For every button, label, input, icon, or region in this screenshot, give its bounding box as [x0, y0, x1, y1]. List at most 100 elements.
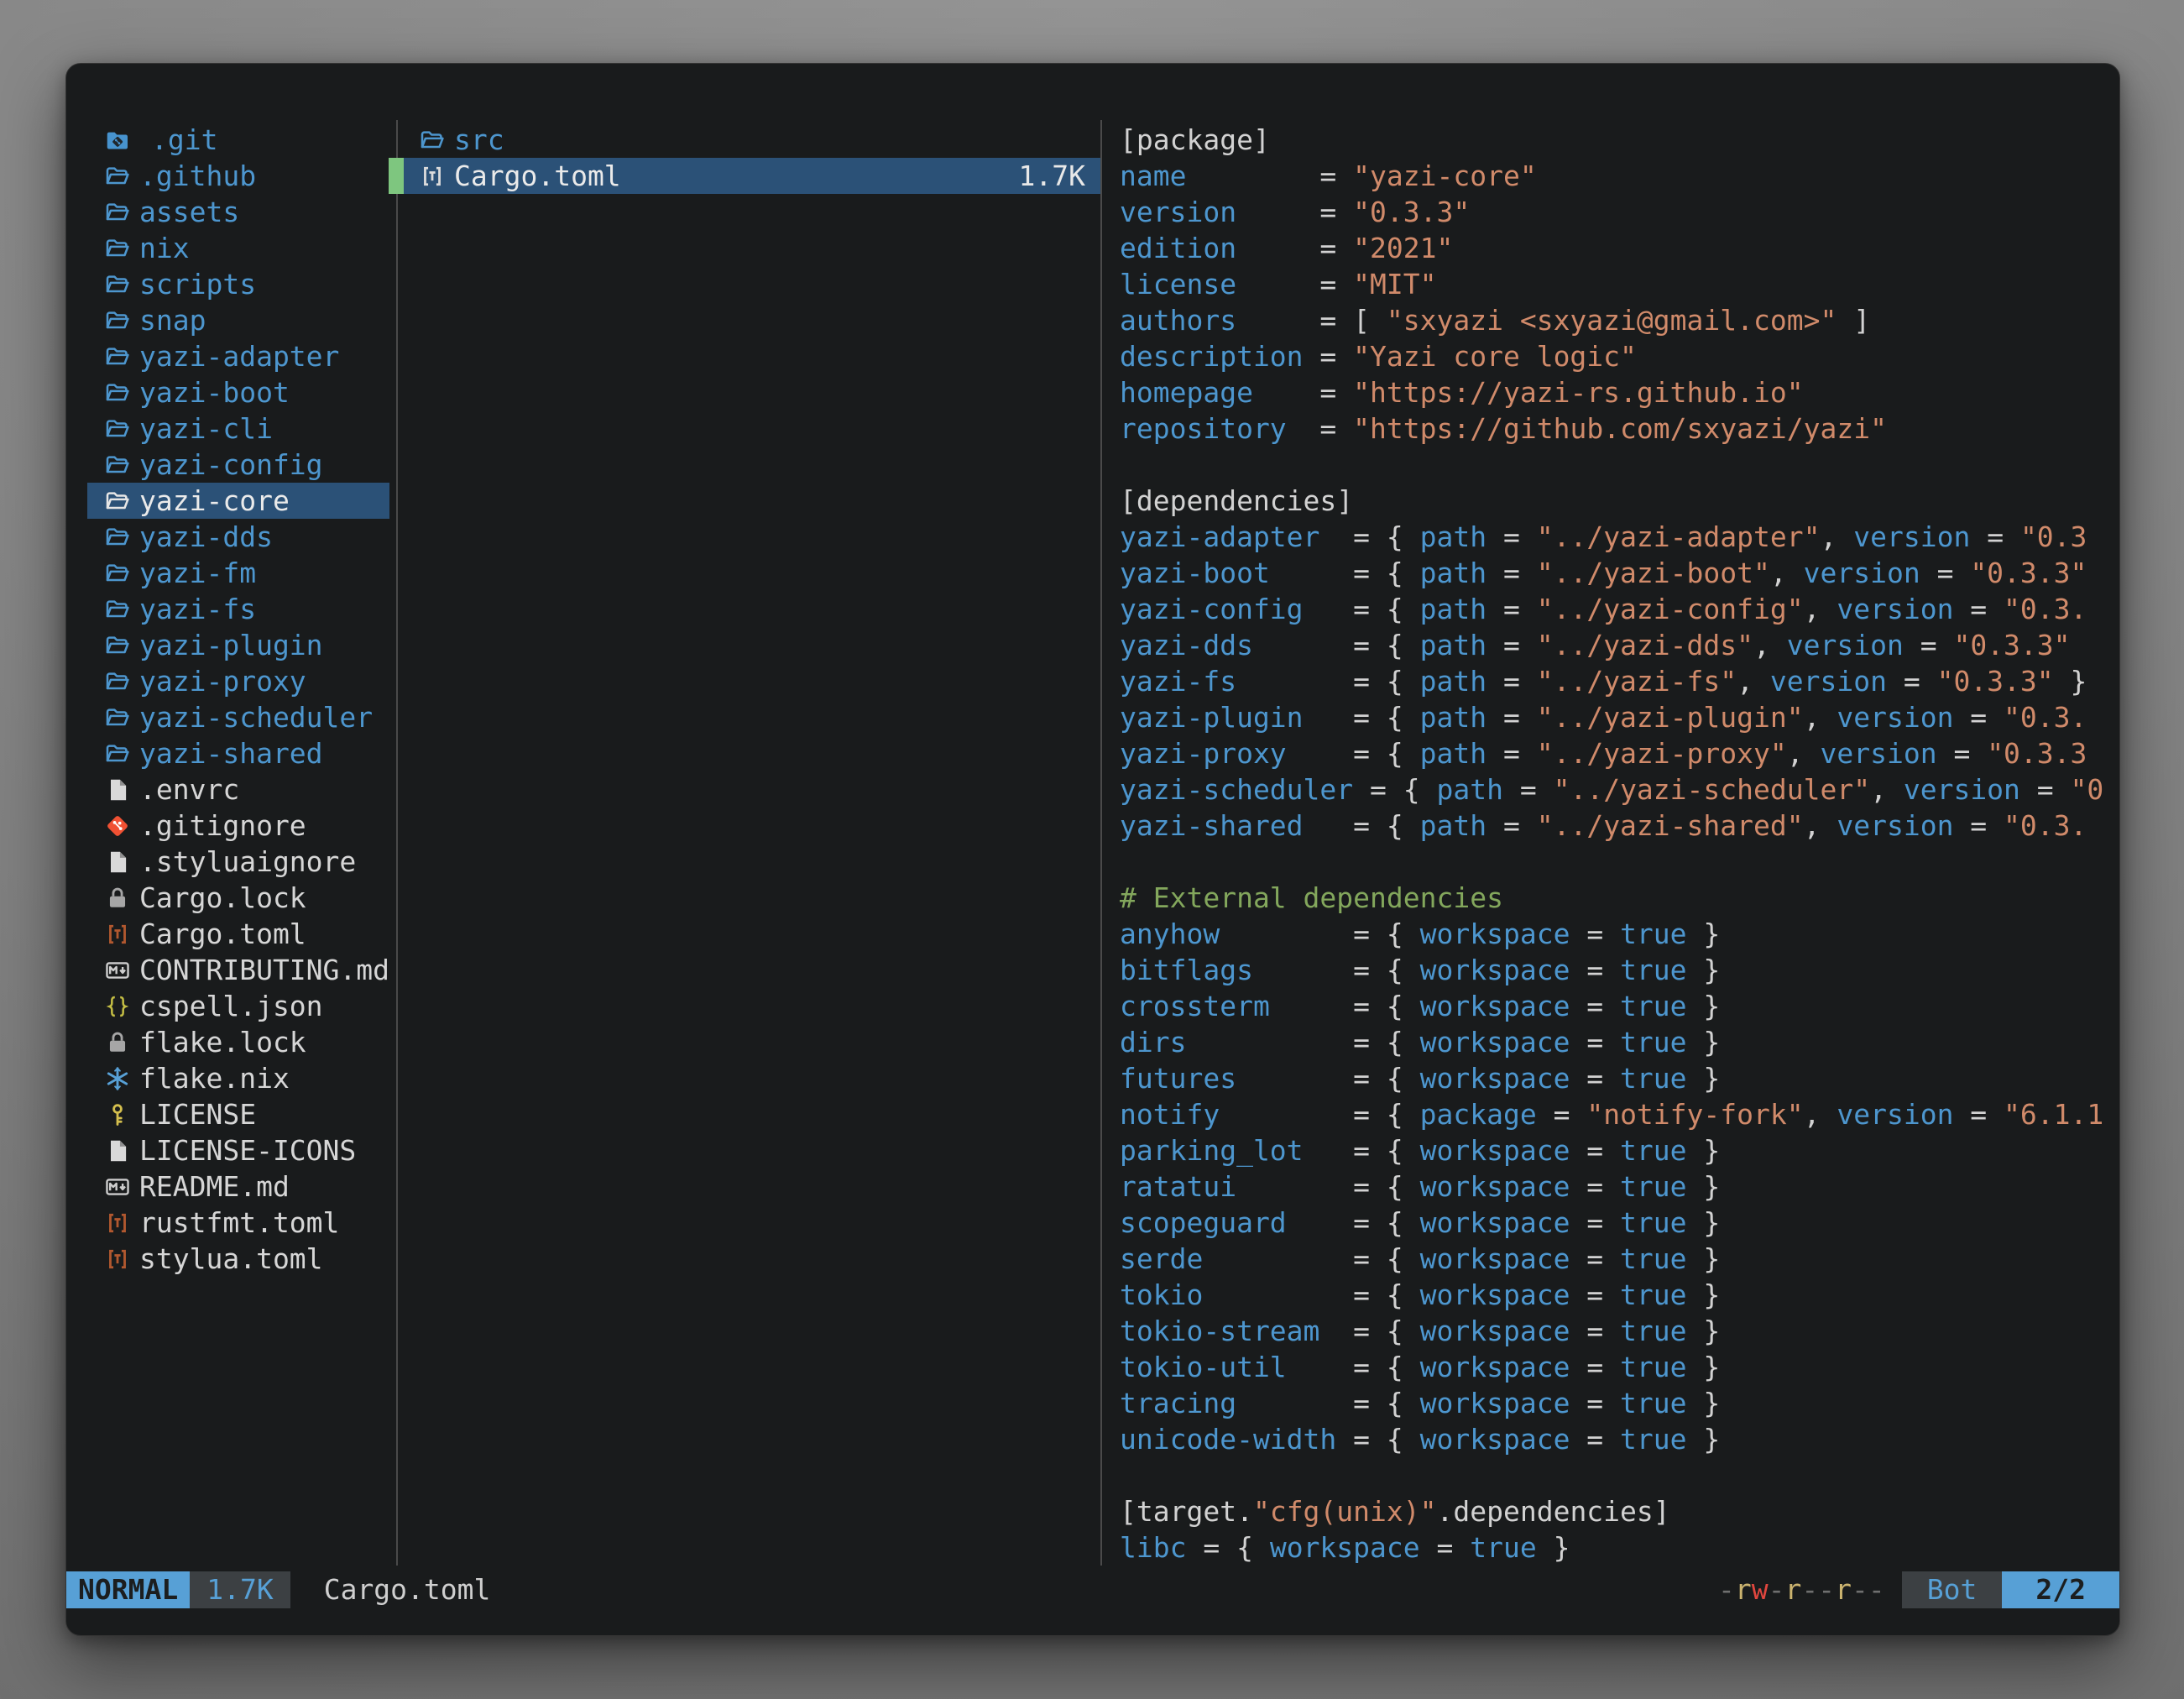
- file-name: stylua.toml: [139, 1242, 323, 1275]
- folder-icon: [104, 235, 131, 262]
- folder-icon: [104, 379, 131, 406]
- dir-row[interactable]: .github: [87, 158, 389, 194]
- folder-icon: [104, 704, 131, 731]
- counter-badge: 2/2: [2002, 1571, 2119, 1608]
- toml-icon: [419, 163, 446, 190]
- dir-row[interactable]: assets: [87, 194, 389, 230]
- preview-line: crossterm = { workspace = true }: [1120, 988, 2103, 1024]
- lock-icon: [104, 885, 131, 912]
- dir-row[interactable]: yazi-plugin: [87, 627, 389, 663]
- dir-row[interactable]: yazi-shared: [87, 735, 389, 771]
- preview-pane: [package]name = "yazi-core"version = "0.…: [1120, 122, 2103, 1566]
- preview-line: version = "0.3.3": [1120, 194, 2103, 230]
- file-row[interactable]: flake.lock: [87, 1024, 389, 1060]
- preview-line: unicode-width = { workspace = true }: [1120, 1421, 2103, 1457]
- folder-icon: [104, 668, 131, 695]
- file-name: flake.lock: [139, 1026, 306, 1059]
- dir-row[interactable]: yazi-boot: [87, 374, 389, 410]
- file-name: yazi-scheduler: [139, 701, 373, 734]
- file-name: Cargo.toml: [454, 159, 621, 192]
- git-folder-icon: [104, 127, 131, 154]
- dir-row[interactable]: nix: [87, 230, 389, 266]
- folder-icon: [104, 271, 131, 298]
- folder-icon: [104, 740, 131, 767]
- folder-icon: [104, 416, 131, 442]
- folder-icon: [104, 632, 131, 659]
- key-icon: [104, 1101, 131, 1128]
- file-row[interactable]: Cargo.lock: [87, 880, 389, 916]
- file-row[interactable]: .styluaignore: [87, 844, 389, 880]
- file-row[interactable]: CONTRIBUTING.md: [87, 952, 389, 988]
- file-name: snap: [139, 304, 206, 337]
- preview-line: yazi-dds = { path = "../yazi-dds", versi…: [1120, 627, 2103, 663]
- preview-line: yazi-shared = { path = "../yazi-shared",…: [1120, 808, 2103, 844]
- dir-row[interactable]: yazi-fs: [87, 591, 389, 627]
- dir-row[interactable]: yazi-config: [87, 447, 389, 483]
- dir-row[interactable]: yazi-adapter: [87, 338, 389, 374]
- markdown-icon: [104, 957, 131, 984]
- file-row[interactable]: LICENSE: [87, 1096, 389, 1132]
- parent-directory-pane: .git.githubassetsnixscriptssnapyazi-adap…: [87, 122, 389, 1277]
- folder-icon: [104, 452, 131, 478]
- file-icon: [104, 849, 131, 876]
- file-row[interactable]: .gitignore: [87, 808, 389, 844]
- file-row[interactable]: .envrc: [87, 771, 389, 808]
- preview-line: yazi-plugin = { path = "../yazi-plugin",…: [1120, 699, 2103, 735]
- file-name: yazi-dds: [139, 520, 273, 553]
- preview-line: futures = { workspace = true }: [1120, 1060, 2103, 1096]
- preview-line: [package]: [1120, 122, 2103, 158]
- preview-line: tokio = { workspace = true }: [1120, 1277, 2103, 1313]
- file-name: yazi-core: [139, 484, 290, 517]
- preview-line: repository = "https://github.com/sxyazi/…: [1120, 410, 2103, 447]
- file-name: Cargo.lock: [139, 881, 306, 914]
- file-row[interactable]: rustfmt.toml: [87, 1205, 389, 1241]
- file-row[interactable]: Cargo.toml: [87, 916, 389, 952]
- preview-line: scopeguard = { workspace = true }: [1120, 1205, 2103, 1241]
- file-name: flake.nix: [139, 1062, 290, 1095]
- preview-line: description = "Yazi core logic": [1120, 338, 2103, 374]
- size-badge: 1.7K: [190, 1571, 290, 1608]
- file-row[interactable]: stylua.toml: [87, 1241, 389, 1277]
- file-name: .github: [139, 159, 256, 192]
- preview-line: [1120, 1457, 2103, 1493]
- file-name: README.md: [139, 1170, 290, 1203]
- file-row[interactable]: Cargo.toml1.7K: [404, 158, 1100, 194]
- dir-row[interactable]: scripts: [87, 266, 389, 302]
- dir-row[interactable]: yazi-core: [87, 483, 389, 519]
- file-name: yazi-plugin: [139, 629, 323, 661]
- file-name: LICENSE-ICONS: [139, 1134, 356, 1167]
- preview-line: [1120, 844, 2103, 880]
- file-name: yazi-fm: [139, 557, 256, 589]
- file-row[interactable]: README.md: [87, 1168, 389, 1205]
- dir-row[interactable]: yazi-fm: [87, 555, 389, 591]
- dir-row[interactable]: yazi-cli: [87, 410, 389, 447]
- mode-badge: NORMAL: [66, 1571, 190, 1608]
- dir-row[interactable]: yazi-dds: [87, 519, 389, 555]
- folder-icon: [104, 307, 131, 334]
- file-row[interactable]: flake.nix: [87, 1060, 389, 1096]
- dir-row[interactable]: snap: [87, 302, 389, 338]
- preview-line: homepage = "https://yazi-rs.github.io": [1120, 374, 2103, 410]
- status-spacer: [490, 1571, 1718, 1608]
- preview-line: notify = { package = "notify-fork", vers…: [1120, 1096, 2103, 1132]
- file-row[interactable]: cspell.json: [87, 988, 389, 1024]
- preview-line: ratatui = { workspace = true }: [1120, 1168, 2103, 1205]
- preview-line: yazi-boot = { path = "../yazi-boot", ver…: [1120, 555, 2103, 591]
- dir-row[interactable]: .git: [87, 122, 389, 158]
- file-row[interactable]: LICENSE-ICONS: [87, 1132, 389, 1168]
- git-icon: [104, 813, 131, 839]
- folder-icon: [104, 524, 131, 551]
- folder-icon: [419, 127, 446, 154]
- dir-row[interactable]: yazi-proxy: [87, 663, 389, 699]
- file-name: yazi-boot: [139, 376, 290, 409]
- file-name: .envrc: [139, 773, 239, 806]
- preview-line: serde = { workspace = true }: [1120, 1241, 2103, 1277]
- preview-line: [target."cfg(unix)".dependencies]: [1120, 1493, 2103, 1529]
- file-name: yazi-shared: [139, 737, 323, 770]
- dir-row[interactable]: src: [404, 122, 1100, 158]
- folder-icon: [104, 343, 131, 370]
- preview-line: yazi-proxy = { path = "../yazi-proxy", v…: [1120, 735, 2103, 771]
- folder-icon: [104, 199, 131, 226]
- dir-row[interactable]: yazi-scheduler: [87, 699, 389, 735]
- file-name: .gitignore: [139, 809, 306, 842]
